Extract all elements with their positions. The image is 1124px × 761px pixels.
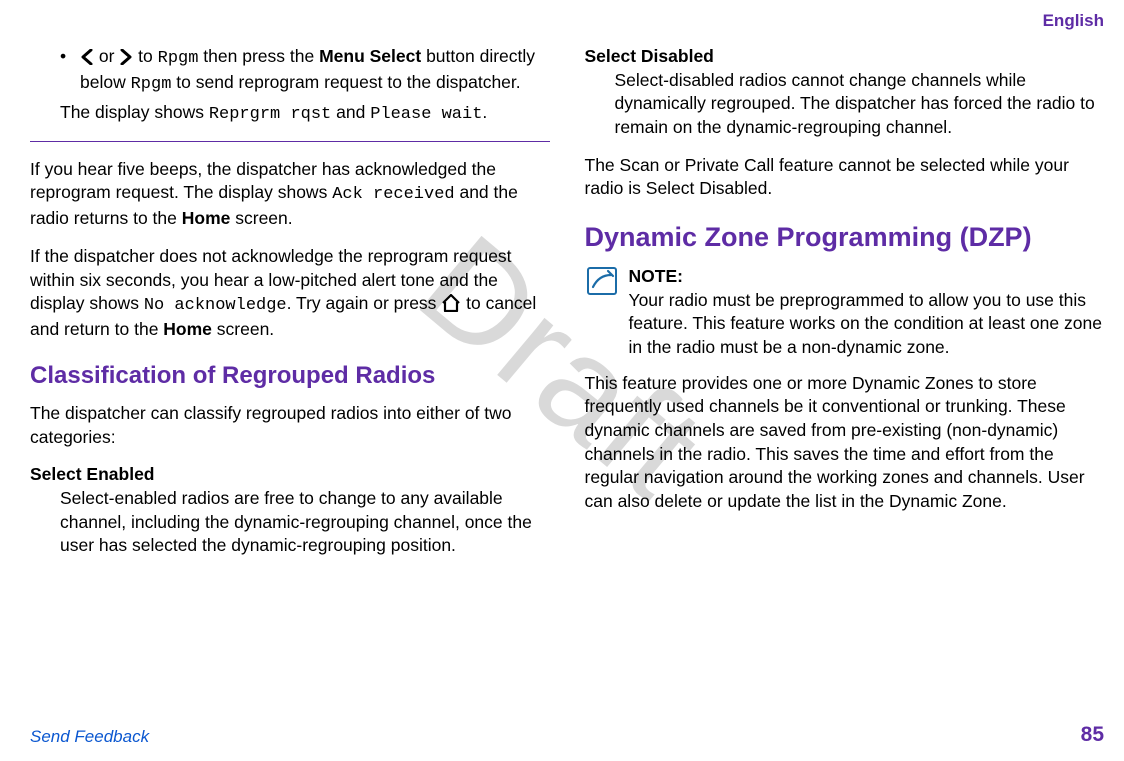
no-ack-para: If the dispatcher does not acknowledge t… [30,245,550,342]
text: or [94,46,119,66]
dzp-description: This feature provides one or more Dynami… [585,372,1105,514]
note-text: Your radio must be preprogrammed to allo… [629,289,1105,360]
page-number: 85 [1081,721,1104,749]
bullet-marker: • [60,45,80,97]
section-heading-classification: Classification of Regrouped Radios [30,360,550,392]
text: to [133,46,157,66]
menu-select-label: Menu Select [319,46,421,66]
def-select-enabled: Select-enabled radios are free to change… [60,487,550,558]
code-noack: No acknowledge [144,296,287,315]
term-select-enabled: Select Enabled [30,463,550,487]
send-feedback-link[interactable]: Send Feedback [30,726,149,749]
def-select-disabled: Select-disabled radios cannot change cha… [615,69,1105,140]
home-icon [441,294,461,312]
text: and [331,102,370,122]
display-shows-para: The display shows Reprgrm rqst and Pleas… [60,101,550,127]
ack-para: If you hear five beeps, the dispatcher h… [30,158,550,231]
left-column: • or to Rpgm then press the Menu Select … [30,45,550,572]
code-rpgm2: Rpgm [131,75,172,94]
right-column: Select Disabled Select-disabled radios c… [585,45,1105,572]
term-select-disabled: Select Disabled [585,45,1105,69]
bullet-item: • or to Rpgm then press the Menu Select … [60,45,550,97]
page-footer: Send Feedback 85 [30,721,1104,749]
note-heading: NOTE: [629,265,1105,289]
note-block: NOTE: Your radio must be preprogrammed t… [585,265,1105,360]
categories-intro: The dispatcher can classify regrouped ra… [30,402,550,449]
chevron-left-icon [80,49,94,65]
text: . [482,102,487,122]
section-heading-dzp: Dynamic Zone Programming (DZP) [585,219,1105,255]
text: then press the [198,46,319,66]
text: . Try again or press [287,293,442,313]
code-reprgrm: Reprgrm rqst [209,105,331,124]
divider [30,141,550,142]
text: screen. [212,319,274,339]
text: to send reprogram request to the dispatc… [171,72,520,92]
home-label: Home [163,319,212,339]
code-rpgm: Rpgm [158,49,199,68]
scan-note: The Scan or Private Call feature cannot … [585,154,1105,201]
home-label: Home [182,208,231,228]
note-icon [585,265,619,297]
text: screen. [230,208,292,228]
code-pleasewait: Please wait [370,105,482,124]
text: The display shows [60,102,209,122]
code-ack: Ack received [332,185,454,204]
chevron-right-icon [119,49,133,65]
